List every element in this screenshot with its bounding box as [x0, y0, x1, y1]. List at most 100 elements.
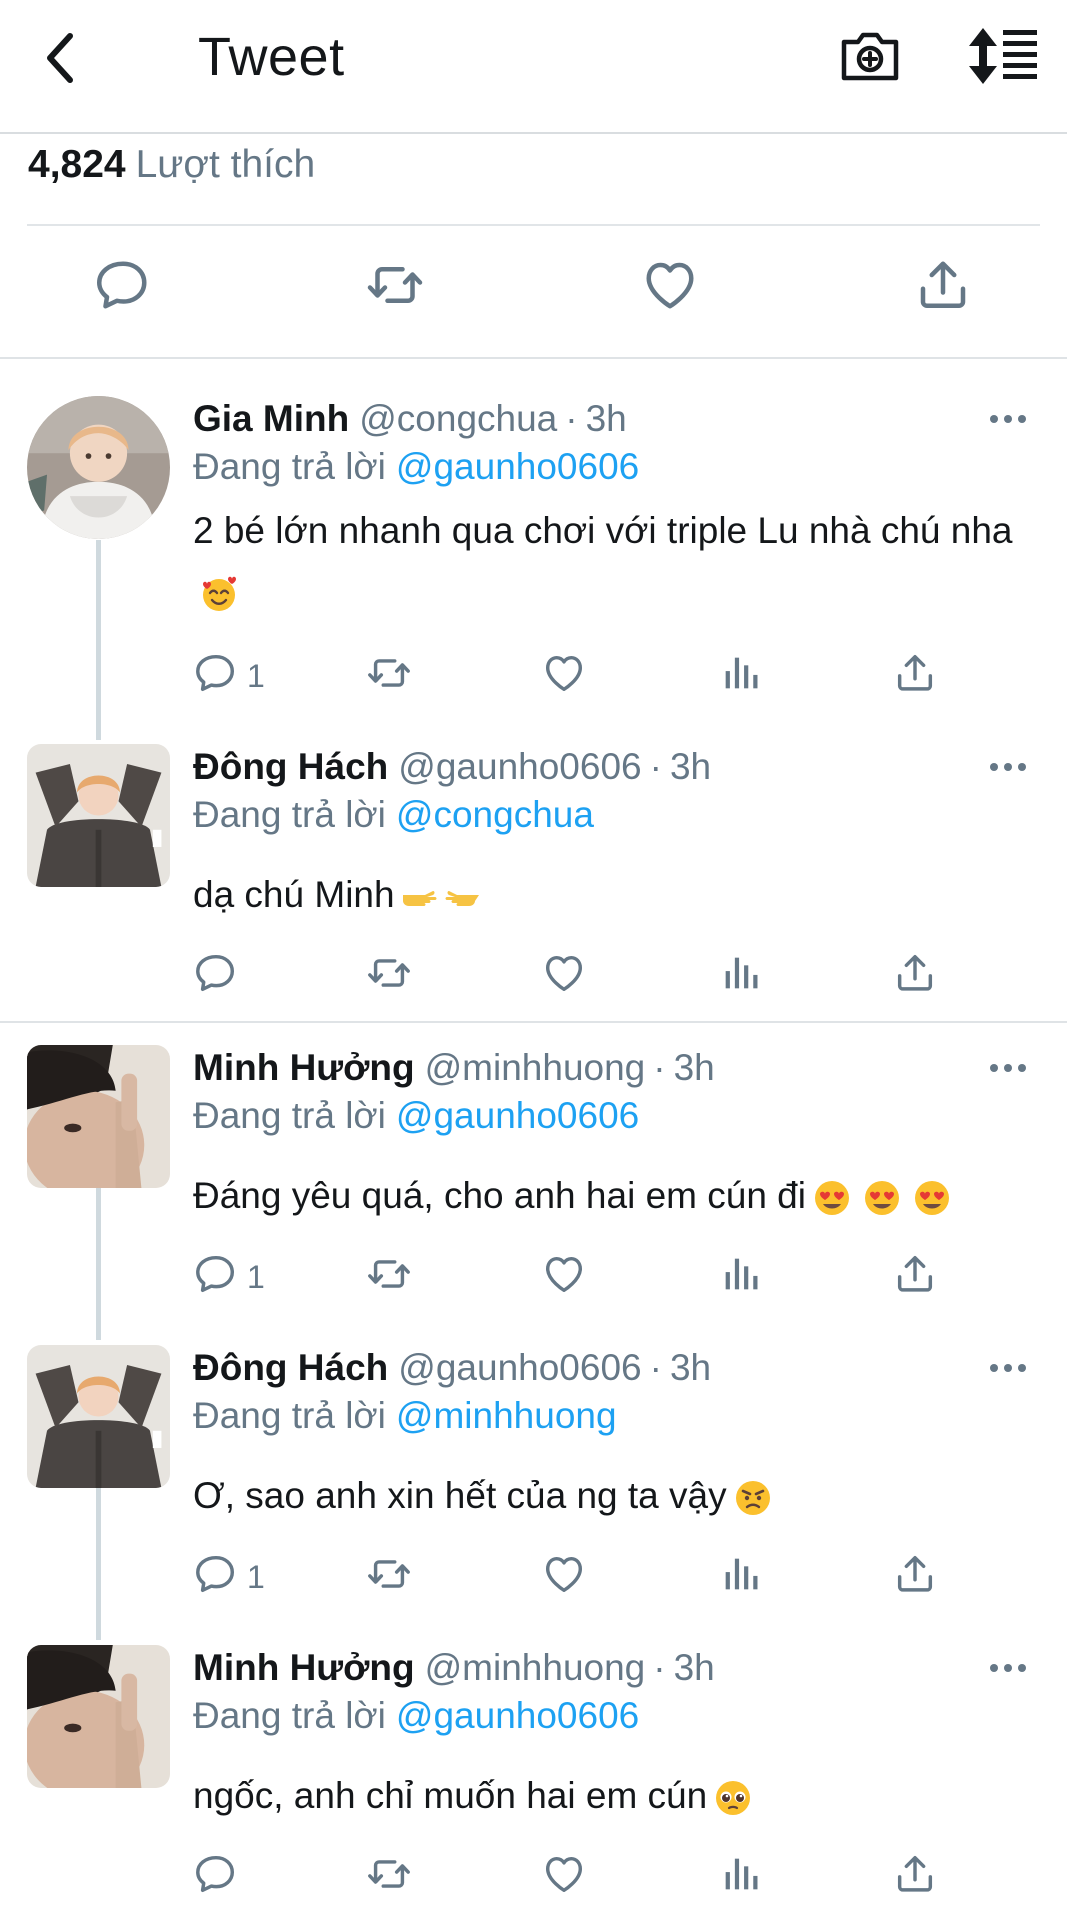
share-button[interactable] [913, 255, 973, 315]
author-handle[interactable]: @minhhuong [425, 1047, 646, 1088]
retweet-button[interactable] [365, 255, 425, 315]
share-button[interactable] [892, 1551, 938, 1603]
author-name[interactable]: Đông Hách [193, 746, 388, 787]
reply-button[interactable]: 1 [193, 1551, 273, 1603]
smiling-face-with-hearts-icon [203, 576, 236, 612]
timestamp: 3h [585, 398, 627, 439]
timestamp: 3h [673, 1647, 715, 1688]
top-bar: Tweet [0, 0, 1067, 134]
avatar[interactable] [27, 1645, 170, 1788]
separator-dot: · [649, 1347, 662, 1388]
replying-to-link[interactable]: @gaunho0606 [396, 1695, 639, 1736]
reply-text-content: 2 bé lớn nhanh qua chơi với triple Lu nh… [193, 510, 1013, 551]
replying-to: Đang trả lời @gaunho0606 [193, 444, 639, 490]
replying-to: Đang trả lời @gaunho0606 [193, 1693, 639, 1739]
pleading-face-icon [716, 1781, 751, 1816]
avatar[interactable] [27, 1045, 170, 1188]
like-button[interactable] [541, 650, 587, 702]
share-icon [913, 255, 973, 315]
reply-header: Đông Hách @gaunho0606 · 3h [193, 744, 711, 790]
timestamp: 3h [673, 1047, 715, 1088]
like-button[interactable] [541, 1551, 587, 1603]
retweet-button[interactable] [366, 950, 412, 1002]
replying-to-link[interactable]: @minhhuong [396, 1395, 617, 1436]
reply-text-content: dạ chú Minh [193, 874, 395, 915]
retweet-button[interactable] [366, 650, 412, 702]
share-button[interactable] [892, 1251, 938, 1303]
back-button[interactable] [34, 28, 90, 88]
more-options-button[interactable] [988, 1359, 1028, 1377]
reply-icon [193, 1251, 239, 1297]
author-name[interactable]: Gia Minh [193, 398, 349, 439]
like-button[interactable] [640, 255, 700, 315]
replying-label: Đang trả lời [193, 794, 386, 835]
author-handle[interactable]: @congchua [359, 398, 557, 439]
avatar[interactable] [27, 744, 170, 887]
angry-face-icon [735, 1481, 770, 1516]
reply-icon [93, 255, 153, 315]
camera-button[interactable] [838, 24, 902, 88]
analytics-button[interactable] [718, 650, 764, 702]
analytics-button[interactable] [718, 1551, 764, 1603]
sort-replies-button[interactable] [963, 24, 1039, 88]
share-button[interactable] [892, 950, 938, 1002]
replying-to: Đang trả lời @gaunho0606 [193, 1093, 639, 1139]
like-icon [541, 1551, 587, 1597]
share-icon [892, 1851, 938, 1897]
author-handle[interactable]: @gaunho0606 [398, 1347, 641, 1388]
replying-label: Đang trả lời [193, 1395, 386, 1436]
reply-button[interactable] [93, 255, 153, 315]
stats-icon [718, 1251, 764, 1297]
timestamp: 3h [669, 746, 712, 787]
replying-to-link[interactable]: @gaunho0606 [396, 446, 639, 487]
reply-button[interactable] [193, 1851, 273, 1903]
author-name[interactable]: Minh Hưởng [193, 1047, 415, 1088]
divider [0, 1021, 1067, 1023]
like-button[interactable] [541, 1251, 587, 1303]
like-icon [640, 255, 700, 315]
author-name[interactable]: Đông Hách [193, 1347, 388, 1388]
like-button[interactable] [541, 950, 587, 1002]
analytics-button[interactable] [718, 1251, 764, 1303]
retweet-icon [366, 1851, 412, 1897]
author-name[interactable]: Minh Hưởng [193, 1647, 415, 1688]
share-button[interactable] [892, 1851, 938, 1903]
retweet-icon [366, 950, 412, 996]
reply-header: Đông Hách @gaunho0606 · 3h [193, 1345, 711, 1391]
more-options-button[interactable] [988, 410, 1028, 428]
chevron-left-icon [34, 28, 90, 88]
replying-label: Đang trả lời [193, 1695, 386, 1736]
avatar[interactable] [27, 396, 170, 539]
avatar[interactable] [27, 1345, 170, 1488]
reply-button[interactable] [193, 950, 273, 1002]
replying-to-link[interactable]: @congchua [396, 794, 594, 835]
more-options-button[interactable] [988, 1059, 1028, 1077]
reply-header: Minh Hưởng @minhhuong · 3h [193, 1045, 715, 1091]
author-handle[interactable]: @minhhuong [425, 1647, 646, 1688]
reply-button[interactable]: 1 [193, 1251, 273, 1303]
author-handle[interactable]: @gaunho0606 [398, 746, 641, 787]
analytics-button[interactable] [718, 1851, 764, 1903]
more-options-button[interactable] [988, 758, 1028, 776]
camera-plus-icon [838, 24, 902, 88]
share-button[interactable] [892, 650, 938, 702]
retweet-icon [366, 650, 412, 696]
reply-button[interactable]: 1 [193, 650, 273, 702]
sort-list-icon [963, 24, 1039, 88]
reply-text: dạ chú Minh [193, 864, 1023, 925]
replying-to-link[interactable]: @gaunho0606 [396, 1095, 639, 1136]
like-icon [541, 650, 587, 696]
reply-text: Đáng yêu quá, cho anh hai em cún đi [193, 1165, 1023, 1226]
retweet-button[interactable] [366, 1551, 412, 1603]
reply-text-content: Ơ, sao anh xin hết của ng ta vậy [193, 1475, 727, 1516]
analytics-button[interactable] [718, 950, 764, 1002]
divider [27, 224, 1040, 226]
reply-text: 2 bé lớn nhanh qua chơi với triple Lu nh… [193, 500, 1023, 622]
like-button[interactable] [541, 1851, 587, 1903]
more-options-button[interactable] [988, 1659, 1028, 1677]
retweet-button[interactable] [366, 1851, 412, 1903]
like-icon [541, 1251, 587, 1297]
likes-summary[interactable]: 4,824 Lượt thích [28, 140, 315, 190]
retweet-button[interactable] [366, 1251, 412, 1303]
replying-to: Đang trả lời @minhhuong [193, 1393, 617, 1439]
